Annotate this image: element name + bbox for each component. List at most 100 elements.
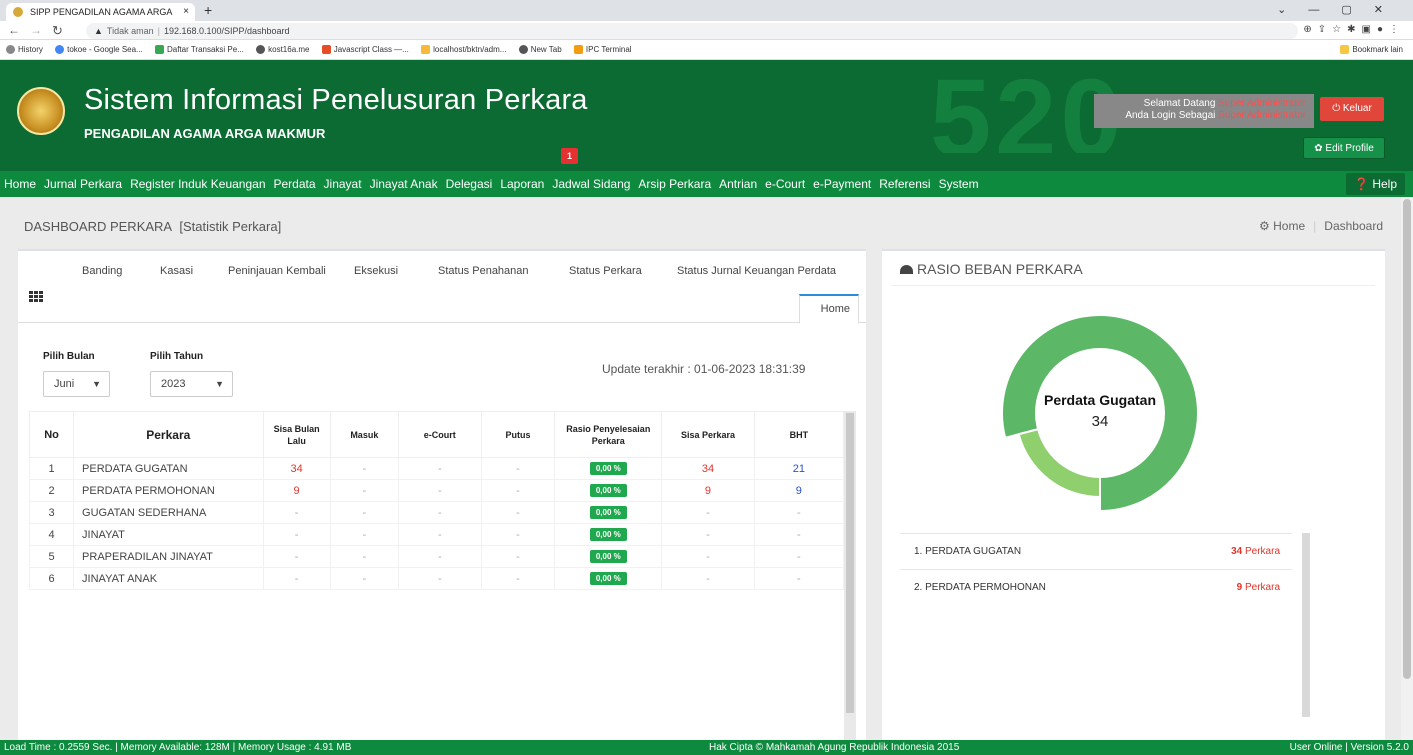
ratio-donut-chart: Perdata Gugatan 34 — [1001, 314, 1199, 513]
donut-center-value: 34 — [1092, 413, 1109, 430]
menu-delegasi[interactable]: Delegasi — [442, 171, 497, 197]
col-putus: Putus — [480, 411, 556, 458]
table-row: 6 JINAYAT ANAK - - - - 0,00 % - - — [28, 567, 845, 590]
tab-peninjauan-kembali[interactable]: Peninjauan Kembali — [228, 265, 326, 277]
power-icon: ⏻ — [1332, 103, 1343, 114]
chevron-down-icon: ▼ — [215, 379, 224, 389]
address-bar-row: ← → ↻ ▲ Tidak aman | 192.168.0.100/SIPP/das… — [0, 21, 1413, 40]
dashboard-icon: ⚙ — [1259, 219, 1274, 233]
question-icon: ❓ — [1354, 177, 1369, 191]
browser-tab[interactable]: SIPP PENGADILAN AGAMA ARGA × — [6, 3, 195, 21]
legend-item[interactable]: 2. PERDATA PERMOHONAN 9 Perkara — [900, 569, 1292, 605]
col-perkara: Perkara — [73, 411, 264, 458]
logout-button[interactable]: ⏻ Keluar — [1320, 97, 1384, 121]
month-label: Pilih Bulan — [43, 351, 95, 362]
table-header-row: No Perkara Sisa Bulan Lalu Masuk e-Court… — [28, 411, 845, 458]
menu-register-induk-keuangan[interactable]: Register Induk Keuangan — [126, 171, 269, 197]
role-text: Anda Login Sebagai — [1125, 110, 1216, 121]
menu-jinayat-anak[interactable]: Jinayat Anak — [366, 171, 442, 197]
bookmark-kost[interactable]: kost16a.me — [256, 45, 309, 55]
tab-status-perkara[interactable]: Status Perkara — [569, 265, 642, 277]
statistics-table: No Perkara Sisa Bulan Lalu Masuk e-Court… — [28, 411, 845, 590]
ratio-badge: 0,00 % — [589, 572, 627, 585]
bookmark-ipc[interactable]: IPC Terminal — [573, 45, 632, 55]
help-button[interactable]: ❓ Help — [1346, 173, 1405, 195]
main-menu: Home Jurnal Perkara Register Induk Keuanga… — [0, 171, 1413, 197]
tab-kasasi[interactable]: Kasasi — [160, 265, 193, 277]
menu-jurnal-perkara[interactable]: Jurnal Perkara — [40, 171, 126, 197]
table-row: 5 PRAPERADILAN JINAYAT - - - - 0,00 % - … — [28, 545, 845, 568]
menu-referensi[interactable]: Referensi — [875, 171, 934, 197]
col-sisa-bulan-lalu: Sisa Bulan Lalu — [262, 411, 331, 458]
footer-version: User Online | Version 5.2.0 — [1289, 742, 1409, 753]
menu-jinayat[interactable]: Jinayat — [320, 171, 366, 197]
court-logo — [17, 87, 65, 135]
tab-home[interactable]: Home — [799, 294, 859, 324]
menu-perdata[interactable]: Perdata — [270, 171, 320, 197]
menu-ecourt[interactable]: e-Court — [761, 171, 809, 197]
month-select[interactable]: Juni ▼ — [43, 371, 110, 397]
tab-status-penahanan[interactable]: Status Penahanan — [438, 265, 529, 277]
menu-home[interactable]: Home — [0, 171, 40, 197]
welcome-box: Selamat Datang Super Administrator Anda … — [1094, 94, 1314, 128]
user-name: Super Administrator — [1218, 98, 1306, 109]
delegasi-badge: 1 — [561, 148, 578, 164]
menu-antrian[interactable]: Antrian — [715, 171, 761, 197]
dashboard-gauge-icon — [900, 265, 913, 274]
back-arrow-icon[interactable]: ← — [8, 23, 20, 37]
statistics-panel: Banding Kasasi Peninjauan Kembali Ekseku… — [18, 249, 866, 742]
menu-jadwal-sidang[interactable]: Jadwal Sidang — [548, 171, 634, 197]
bookmark-localhost[interactable]: localhost/bktn/adm... — [421, 45, 506, 55]
ratio-badge: 0,00 % — [589, 528, 627, 541]
security-label: Tidak aman — [106, 26, 154, 36]
last-update: Update terakhir : 01-06-2023 18:31:39 — [602, 362, 806, 376]
tab-banding[interactable]: Banding — [82, 265, 122, 277]
table-row: 2 PERDATA PERMOHONAN 9 - - - 0,00 % 9 9 — [28, 479, 845, 502]
tab-status-jurnal-keuangan[interactable]: Status Jurnal Keuangan Perdata — [677, 265, 836, 277]
ratio-badge: 0,00 % — [589, 484, 627, 497]
legend-item[interactable]: 1. PERDATA GUGATAN 34 Perkara — [900, 533, 1292, 569]
favicon-icon — [13, 7, 23, 17]
url-field[interactable]: ▲ Tidak aman | 192.168.0.100/SIPP/dashboard — [86, 23, 1298, 39]
bookmark-other[interactable]: Bookmark lain — [1340, 40, 1403, 60]
table-row: 1 PERDATA GUGATAN 34 - - - 0,00 % 34 21 — [28, 457, 845, 480]
breadcrumb-home[interactable]: Home — [1273, 219, 1305, 233]
bookmark-newtab[interactable]: New Tab — [518, 45, 562, 55]
edit-profile-button[interactable]: ✿ Edit Profile — [1303, 137, 1385, 159]
bookmark-transaksi[interactable]: Daftar Transaksi Pe... — [154, 45, 244, 55]
app-subtitle: PENGADILAN AGAMA ARGA MAKMUR — [84, 126, 326, 141]
legend-scrollbar[interactable] — [1302, 533, 1310, 717]
table-scrollbar[interactable] — [844, 411, 856, 742]
ratio-legend: 1. PERDATA GUGATAN 34 Perkara 2. PERDATA … — [900, 533, 1292, 605]
menu-arsip-perkara[interactable]: Arsip Perkara — [634, 171, 715, 197]
forward-arrow-icon[interactable]: → — [30, 23, 42, 37]
reload-icon[interactable]: ↻ — [52, 23, 63, 39]
menu-epayment[interactable]: e-Payment — [809, 171, 875, 197]
bookmark-javascript[interactable]: Javascript Class —... — [321, 45, 409, 55]
tab-title: SIPP PENGADILAN AGAMA ARGA — [30, 7, 173, 17]
tab-close-icon[interactable]: × — [183, 3, 189, 21]
donut-center-label: Perdata Gugatan — [1044, 392, 1156, 408]
warning-icon: ▲ — [94, 26, 103, 36]
menu-laporan[interactable]: Laporan — [496, 171, 548, 197]
col-ecourt: e-Court — [397, 411, 482, 458]
app-header: 520 Sistem Informasi Penelusuran Perkara… — [0, 60, 1413, 171]
browser-tabbar: SIPP PENGADILAN AGAMA ARGA × + ⌄—▢✕ — [0, 0, 1413, 21]
tab-eksekusi[interactable]: Eksekusi — [354, 265, 398, 277]
bookmark-google[interactable]: tokoe - Google Sea... — [55, 45, 143, 55]
breadcrumb: ⚙ Home | Dashboard — [1259, 219, 1383, 233]
menu-system[interactable]: System — [935, 171, 983, 197]
browser-toolbar-icons[interactable]: ⊕⇪☆✱▣●⋮ — [1303, 24, 1405, 35]
window-controls[interactable]: ⌄—▢✕ — [1277, 3, 1405, 16]
breadcrumb-current: Dashboard — [1324, 219, 1383, 233]
bookmark-history[interactable]: History — [6, 45, 43, 55]
new-tab-button[interactable]: + — [204, 2, 212, 18]
table-row: 4 JINAYAT - - - - 0,00 % - - — [28, 523, 845, 546]
year-select[interactable]: 2023 ▼ — [150, 371, 233, 397]
url-text: 192.168.0.100/SIPP/dashboard — [163, 26, 290, 36]
year-label: Pilih Tahun — [150, 351, 204, 362]
col-rasio: Rasio Penyelesaian Perkara — [554, 411, 663, 458]
grid-icon[interactable] — [29, 291, 43, 303]
gear-icon: ✿ — [1314, 143, 1326, 154]
page-scrollbar[interactable] — [1401, 197, 1413, 740]
